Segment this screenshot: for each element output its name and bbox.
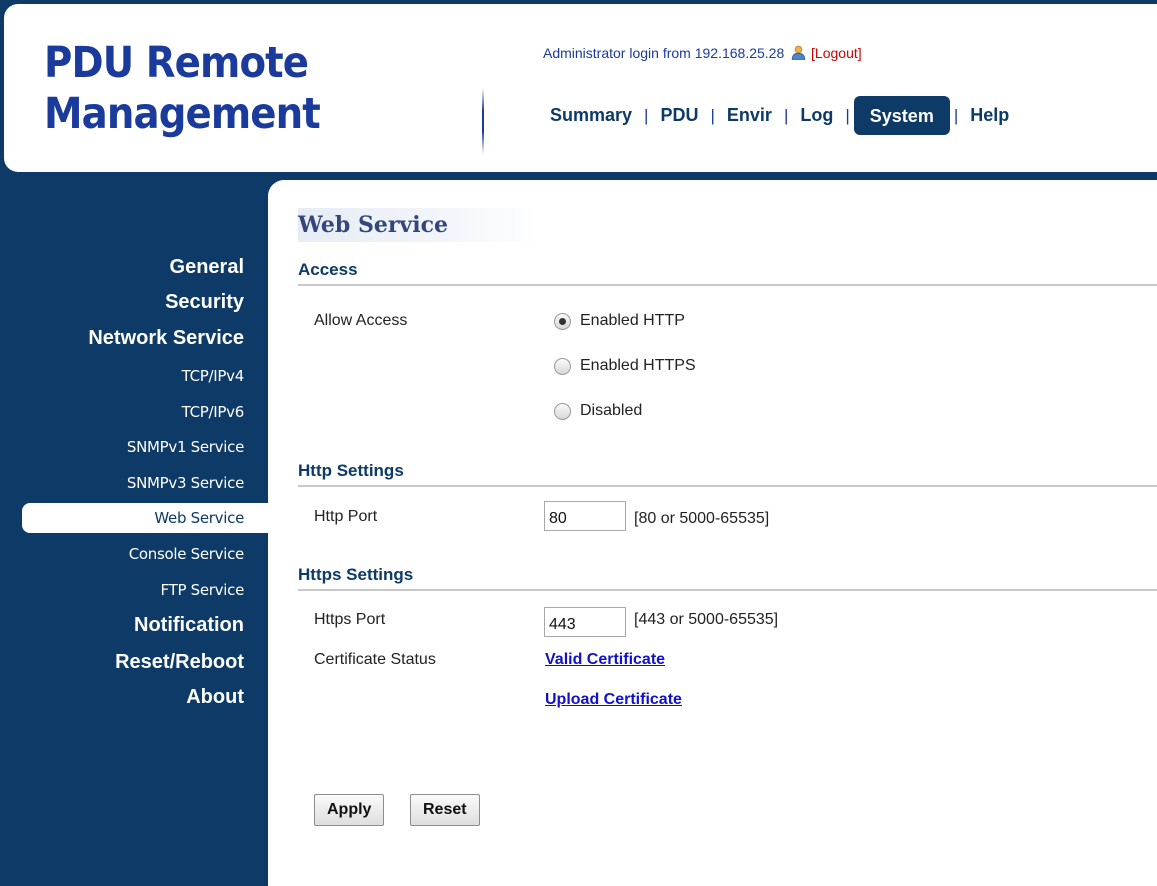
radio-disabled[interactable]: Disabled xyxy=(554,402,642,420)
apply-button[interactable]: Apply xyxy=(314,794,385,826)
radio-button-checked[interactable] xyxy=(554,312,571,330)
header: PDU Remote Management Administrator logi… xyxy=(4,4,1157,172)
nav-help[interactable]: Help xyxy=(958,101,1021,130)
sidebar-item-snmpv1-service[interactable]: SNMPv1 Service xyxy=(127,438,244,456)
http-port-input[interactable] xyxy=(544,501,626,531)
valid-certificate-link[interactable]: Valid Certificate xyxy=(545,651,665,669)
sidebar-item-tcp-ipv6[interactable]: TCP/IPv6 xyxy=(182,403,245,421)
sidebar-item-about[interactable]: About xyxy=(186,686,244,709)
radio-enabled-http[interactable]: Enabled HTTP xyxy=(554,312,685,330)
section-title-http-settings: Http Settings xyxy=(298,461,1157,487)
section-title-https-settings: Https Settings xyxy=(298,565,1157,591)
section-title-access: Access xyxy=(298,260,1157,286)
sidebar: General Security Network Service TCP/IPv… xyxy=(0,172,268,886)
sidebar-item-console-service[interactable]: Console Service xyxy=(129,545,245,563)
sidebar-item-web-service[interactable]: Web Service xyxy=(22,503,268,533)
main-nav: Summary | PDU | Envir | Log | System | H… xyxy=(538,96,1021,135)
radio-button[interactable] xyxy=(554,357,571,375)
allow-access-label: Allow Access xyxy=(314,312,408,329)
sidebar-item-network-service[interactable]: Network Service xyxy=(88,327,244,350)
header-divider xyxy=(482,88,484,154)
sidebar-item-snmpv3-service[interactable]: SNMPv3 Service xyxy=(127,474,244,492)
sidebar-item-notification[interactable]: Notification xyxy=(134,614,244,637)
https-port-hint: [443 or 5000-65535] xyxy=(634,611,779,628)
app-logo: PDU Remote Management xyxy=(44,38,321,140)
login-text: Administrator login from 192.168.25.28 xyxy=(543,45,785,61)
page-title: Web Service xyxy=(298,208,538,242)
logo-line-2: Management xyxy=(44,89,321,139)
sidebar-item-tcp-ipv4[interactable]: TCP/IPv4 xyxy=(182,367,245,385)
http-port-label: Http Port xyxy=(314,508,378,525)
certificate-status-label: Certificate Status xyxy=(314,651,436,668)
nav-pdu[interactable]: PDU xyxy=(648,101,710,130)
radio-label: Enabled HTTPS xyxy=(580,357,696,374)
upload-certificate-link[interactable]: Upload Certificate xyxy=(545,691,682,709)
nav-envir[interactable]: Envir xyxy=(715,101,784,130)
reset-button[interactable]: Reset xyxy=(410,794,480,826)
logout-link[interactable]: [Logout] xyxy=(811,45,862,61)
nav-summary[interactable]: Summary xyxy=(538,101,644,130)
sidebar-item-security[interactable]: Security xyxy=(165,291,244,314)
sidebar-item-ftp-service[interactable]: FTP Service xyxy=(161,581,245,599)
radio-label: Disabled xyxy=(580,402,643,419)
content-panel: Web Service Access Allow Access Enabled … xyxy=(268,180,1157,886)
nav-log[interactable]: Log xyxy=(788,101,845,130)
radio-label: Enabled HTTP xyxy=(580,312,685,329)
page: PDU Remote Management Administrator logi… xyxy=(0,0,1157,886)
radio-button[interactable] xyxy=(554,402,571,420)
login-info: Administrator login from 192.168.25.28 [… xyxy=(543,45,862,61)
nav-system[interactable]: System xyxy=(853,96,950,135)
logo-line-1: PDU Remote xyxy=(44,38,309,88)
sidebar-item-reset-reboot[interactable]: Reset/Reboot xyxy=(115,651,244,674)
user-icon xyxy=(791,45,806,60)
sidebar-item-general[interactable]: General xyxy=(170,256,244,279)
nav-separator: | xyxy=(845,105,850,125)
http-port-hint: [80 or 5000-65535] xyxy=(634,510,770,527)
radio-enabled-https[interactable]: Enabled HTTPS xyxy=(554,357,696,375)
https-port-input[interactable] xyxy=(544,607,626,637)
https-port-label: Https Port xyxy=(314,611,386,628)
